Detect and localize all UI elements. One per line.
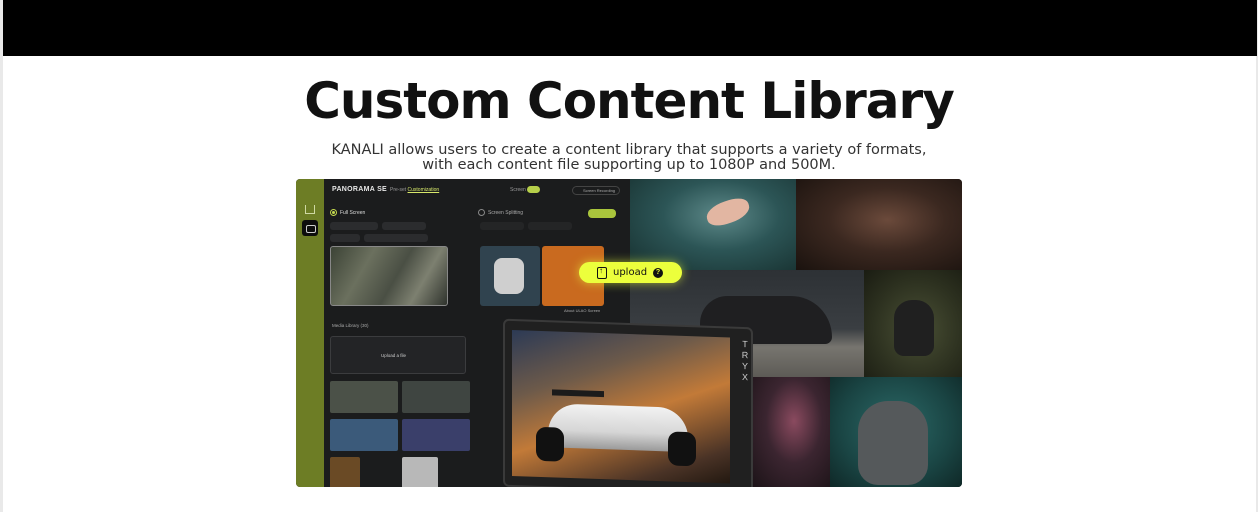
race-car-wheel: [668, 431, 696, 467]
media-thumbnail[interactable]: [330, 381, 398, 413]
screen-label: Screen: [510, 187, 526, 193]
hero-showcase-image: PANORAMA SE Pre-set Customization Screen…: [296, 179, 962, 487]
app-brand: PANORAMA SE: [332, 186, 388, 193]
media-thumbnail[interactable]: [330, 457, 360, 487]
help-icon[interactable]: ?: [653, 267, 664, 278]
media-library-label: Media Library (30): [332, 323, 369, 328]
media-thumbnail[interactable]: [402, 457, 438, 487]
subtitle-line-2: with each content file supporting up to …: [422, 157, 836, 173]
play-mode-select[interactable]: [330, 222, 378, 230]
photo-draped-fabric: [796, 179, 962, 270]
media-thumbnail[interactable]: [402, 381, 470, 413]
app-sidebar: [296, 179, 324, 487]
full-screen-radio[interactable]: [330, 209, 337, 216]
upload-button[interactable]: upload ?: [579, 262, 682, 283]
photo-gray-cat: [830, 377, 962, 487]
device-screen: [512, 329, 730, 484]
subtitle-line-1: KANALI allows users to create a content …: [331, 142, 927, 158]
race-car-wheel: [536, 426, 564, 462]
layout-chip[interactable]: [330, 234, 360, 242]
race-car-wing: [552, 389, 604, 398]
photo-lotus-flower: [750, 377, 830, 487]
screen-icon[interactable]: [302, 220, 318, 236]
top-bar: [3, 0, 1257, 56]
photo-woman-in-water: [630, 179, 796, 270]
upload-icon: [597, 266, 607, 279]
mode-switch[interactable]: Pre-set Customization: [390, 187, 439, 193]
split-system-info-select[interactable]: [528, 222, 572, 230]
screen-recording-button[interactable]: Screen Recording: [572, 186, 620, 195]
media-thumbnail[interactable]: [330, 419, 398, 451]
device-brand: TRYX: [737, 339, 750, 388]
full-screen-label: Full Screen: [340, 210, 366, 216]
upload-label: upload: [613, 267, 648, 278]
display-device: TRYX: [505, 320, 751, 487]
media-thumbnail[interactable]: [402, 419, 470, 451]
mode-preset[interactable]: Pre-set: [390, 187, 406, 193]
about-link[interactable]: About ULAO Screen: [564, 308, 600, 313]
page-title: Custom Content Library: [304, 72, 955, 130]
upload-dropzone[interactable]: Upload a file: [330, 336, 466, 374]
screen-splitting-radio[interactable]: [478, 209, 485, 216]
screen-toggle[interactable]: [527, 186, 540, 193]
page-subtitle: KANALI allows users to create a content …: [0, 143, 1258, 173]
save-button[interactable]: [588, 209, 616, 218]
home-icon[interactable]: [305, 205, 315, 214]
mode-customization[interactable]: Customization: [408, 187, 440, 193]
split-play-mode-select[interactable]: [480, 222, 524, 230]
upload-file-label: Upload a file: [381, 353, 407, 358]
screen-splitting-label: Screen Splitting: [488, 210, 524, 216]
split-preview-left[interactable]: [480, 246, 540, 306]
screen-preview[interactable]: [330, 246, 448, 306]
photo-dog: [864, 270, 962, 377]
race-car: [548, 403, 688, 453]
device-brand-text: TRYX: [740, 338, 750, 384]
filter-select[interactable]: [364, 234, 428, 242]
system-info-select[interactable]: [382, 222, 426, 230]
